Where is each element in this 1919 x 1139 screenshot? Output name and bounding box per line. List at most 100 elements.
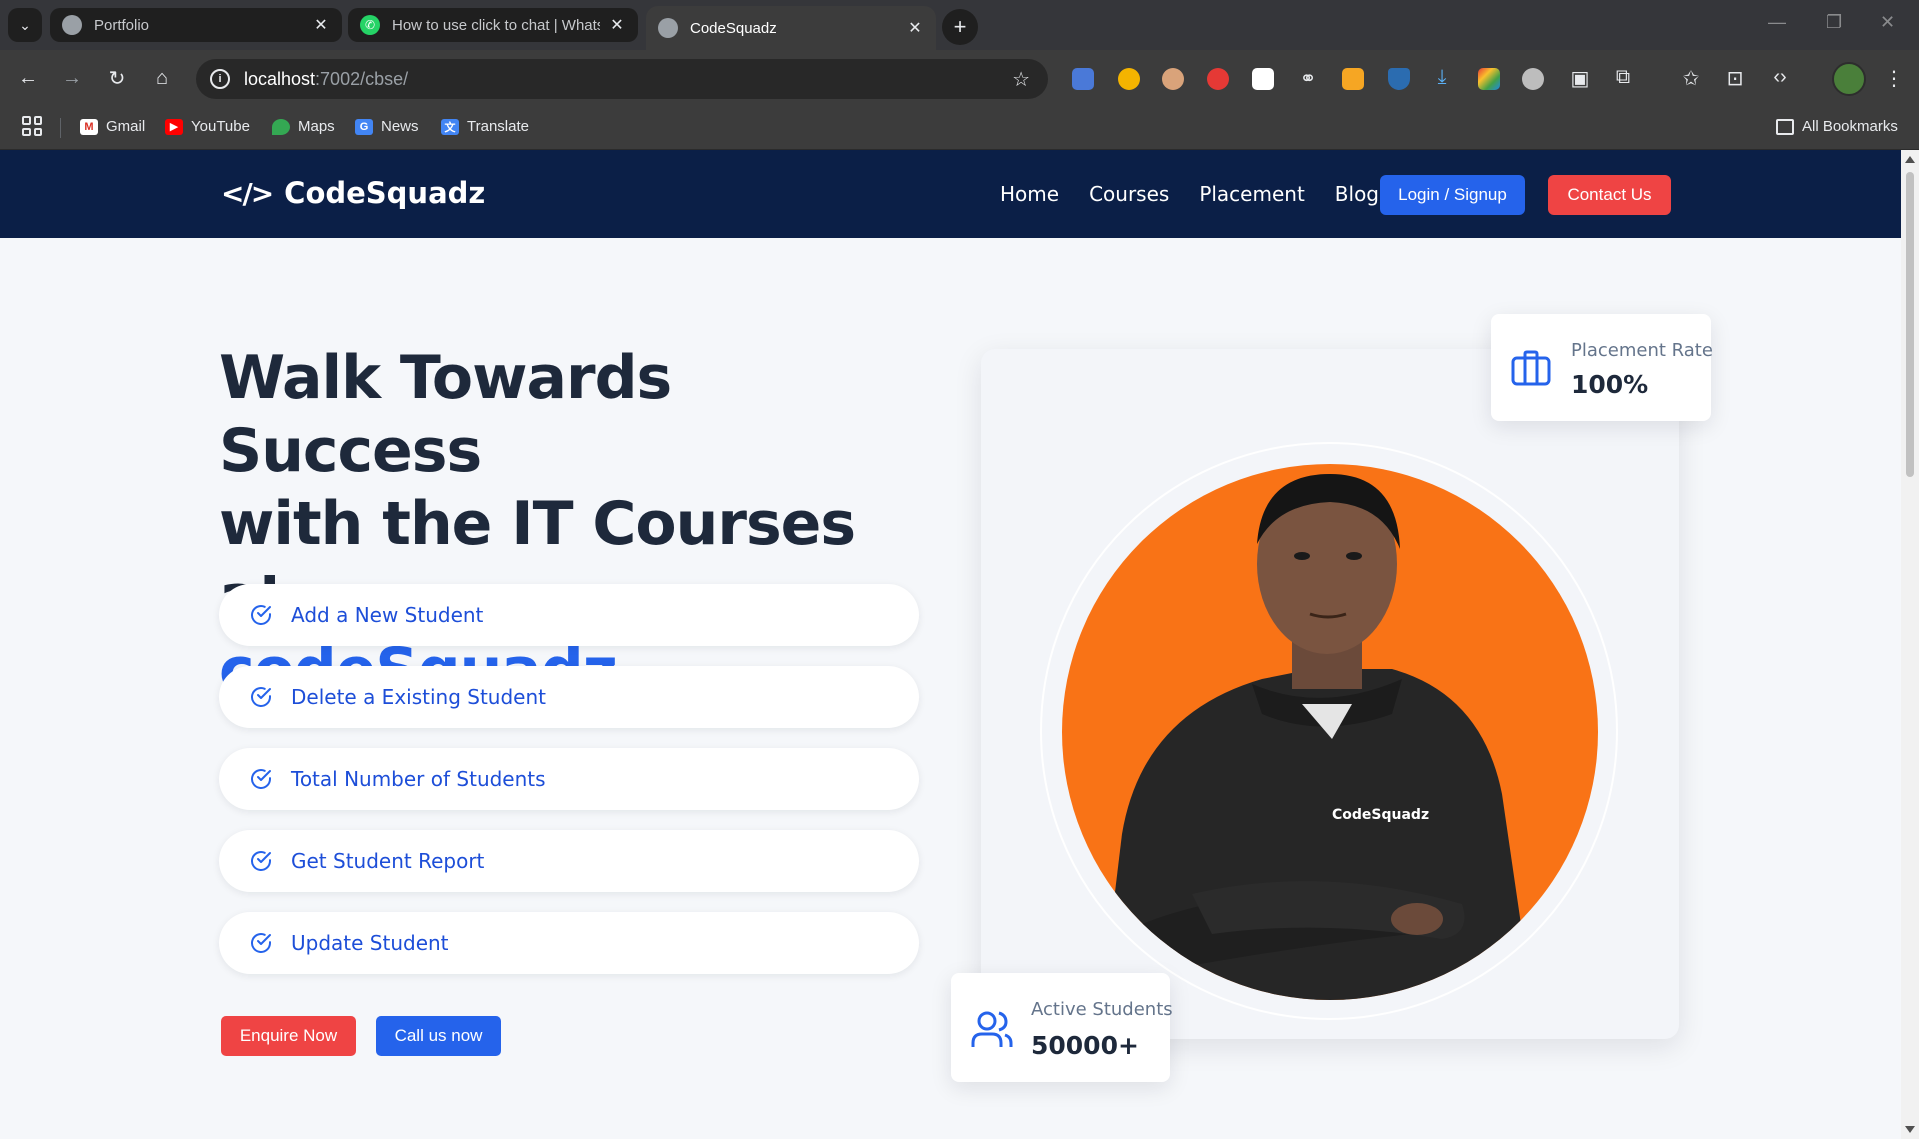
- nav-link-home[interactable]: Home: [1000, 182, 1059, 206]
- site-header: </> CodeSquadz Home Courses Placement Bl…: [0, 150, 1901, 238]
- palette-extension-icon[interactable]: [1478, 68, 1500, 90]
- bookmarks-star-icon[interactable]: ✩: [1677, 66, 1705, 91]
- bookmark-label: News: [381, 118, 419, 135]
- feature-label: Delete a Existing Student: [291, 685, 546, 709]
- feature-item-delete-student[interactable]: Delete a Existing Student: [219, 666, 919, 728]
- contact-us-button[interactable]: Contact Us: [1548, 175, 1671, 215]
- bookmark-label: Translate: [467, 118, 529, 135]
- orange-extension-icon[interactable]: [1342, 68, 1364, 90]
- page-scrollbar[interactable]: [1901, 150, 1919, 1139]
- check-circle-icon: [251, 687, 271, 707]
- scroll-up-icon[interactable]: [1905, 156, 1915, 163]
- bookmark-star-icon[interactable]: ☆: [1012, 67, 1030, 92]
- globe-icon: [658, 18, 678, 38]
- check-circle-icon: [251, 605, 271, 625]
- login-signup-button[interactable]: Login / Signup: [1380, 175, 1525, 215]
- colorful-extension-icon[interactable]: [1118, 68, 1140, 90]
- google-translate-extension-icon[interactable]: [1072, 68, 1094, 90]
- bookmarks-bar: M Gmail ▶ YouTube Maps G News 文 Translat…: [0, 106, 1919, 150]
- home-icon[interactable]: ⌂: [148, 64, 176, 92]
- site-logo[interactable]: </> CodeSquadz: [221, 176, 485, 210]
- bookmark-maps[interactable]: Maps: [272, 118, 335, 135]
- bookmark-label: Gmail: [106, 118, 146, 135]
- all-bookmarks[interactable]: All Bookmarks: [1776, 118, 1898, 135]
- new-tab-button[interactable]: +: [942, 9, 978, 45]
- tab-title: Portfolio: [94, 16, 150, 34]
- tab-search-button[interactable]: ⌄: [8, 8, 42, 42]
- close-icon[interactable]: ✕: [608, 15, 626, 35]
- hero-orange-circle: CodeSquadz: [1062, 464, 1598, 1000]
- grey-extension-icon[interactable]: [1522, 68, 1544, 90]
- feature-label: Update Student: [291, 931, 449, 955]
- placement-rate-value: 100%: [1571, 370, 1649, 399]
- browser-tabstrip: ⌄ Portfolio ✕ ✆ How to use click to chat…: [0, 0, 1919, 50]
- bookmark-label: YouTube: [191, 118, 250, 135]
- close-icon[interactable]: ✕: [312, 15, 330, 35]
- code-brackets-icon: </>: [221, 176, 274, 210]
- logo-text: CodeSquadz: [284, 176, 486, 210]
- link-extension-icon[interactable]: ⚭: [1294, 66, 1322, 91]
- feature-item-student-report[interactable]: Get Student Report: [219, 830, 919, 892]
- browser-tab-portfolio[interactable]: Portfolio ✕: [50, 8, 342, 42]
- red-extension-icon[interactable]: [1207, 68, 1229, 90]
- counter-extension-icon[interactable]: ▣: [1566, 66, 1594, 91]
- globe-icon: [62, 15, 82, 35]
- nav-link-courses[interactable]: Courses: [1089, 182, 1169, 206]
- bookmark-translate[interactable]: 文 Translate: [441, 118, 529, 135]
- address-bar[interactable]: i localhost:7002/cbse/ ☆: [196, 59, 1048, 99]
- briefcase-icon: [1511, 350, 1551, 386]
- puzzle-icon[interactable]: ⧉: [1609, 66, 1637, 89]
- feature-item-total-students[interactable]: Total Number of Students: [219, 748, 919, 810]
- profile-avatar[interactable]: [1832, 62, 1866, 96]
- nav-link-placement[interactable]: Placement: [1199, 182, 1304, 206]
- kebab-menu-icon[interactable]: ⋮: [1880, 66, 1908, 91]
- tab-title: How to use click to chat | WhatsApp: [392, 16, 600, 34]
- main-nav: Home Courses Placement Blog: [1000, 182, 1409, 206]
- hero-title-line1: Walk Towards Success: [219, 343, 672, 486]
- users-icon: [971, 1011, 1013, 1047]
- tab-title: CodeSquadz: [690, 19, 777, 37]
- all-bookmarks-label: All Bookmarks: [1802, 118, 1898, 135]
- feature-label: Total Number of Students: [291, 767, 546, 791]
- instructor-photo: CodeSquadz: [1102, 474, 1532, 1000]
- download-extension-icon[interactable]: ⤓: [1428, 66, 1456, 89]
- browser-tab-codesquadz[interactable]: CodeSquadz ✕: [646, 6, 936, 50]
- window-close-icon[interactable]: ✕: [1880, 12, 1895, 33]
- apps-grid-icon[interactable]: [22, 116, 42, 136]
- back-icon[interactable]: ←: [14, 64, 42, 92]
- active-students-card: Active Students 50000+: [951, 973, 1173, 1082]
- screenshot-icon[interactable]: ⊡: [1721, 66, 1749, 91]
- bookmark-gmail[interactable]: M Gmail: [80, 118, 145, 135]
- browser-tab-whatsapp[interactable]: ✆ How to use click to chat | WhatsApp ✕: [348, 8, 638, 42]
- minimize-icon[interactable]: —: [1768, 12, 1786, 33]
- feature-item-add-student[interactable]: Add a New Student: [219, 584, 919, 646]
- restore-icon[interactable]: ❐: [1826, 12, 1842, 33]
- nav-link-blog[interactable]: Blog: [1335, 182, 1379, 206]
- bookmark-label: Maps: [298, 118, 335, 135]
- feature-item-update-student[interactable]: Update Student: [219, 912, 919, 974]
- code-icon[interactable]: ‹›: [1766, 66, 1794, 89]
- translate-icon: 文: [441, 118, 459, 135]
- maps-icon: [272, 118, 290, 135]
- face-extension-icon[interactable]: [1162, 68, 1184, 90]
- enquire-now-button[interactable]: Enquire Now: [221, 1016, 356, 1056]
- chevron-down-icon: ⌄: [19, 16, 31, 33]
- bookmark-news[interactable]: G News: [355, 118, 419, 135]
- youtube-icon: ▶: [165, 118, 183, 135]
- check-circle-icon: [251, 851, 271, 871]
- bookmark-youtube[interactable]: ▶ YouTube: [165, 118, 250, 135]
- reload-icon[interactable]: ↻: [103, 64, 131, 92]
- window-extension-icon[interactable]: [1252, 68, 1274, 90]
- site-info-icon[interactable]: i: [210, 69, 230, 89]
- bookmarks-divider: [60, 118, 61, 138]
- scrollbar-thumb[interactable]: [1906, 172, 1914, 477]
- scroll-down-icon[interactable]: [1905, 1126, 1915, 1133]
- placement-rate-card: Placement Rate 100%: [1491, 314, 1713, 421]
- call-us-now-button[interactable]: Call us now: [376, 1016, 501, 1056]
- shield-extension-icon[interactable]: [1388, 68, 1410, 90]
- forward-icon[interactable]: →: [58, 64, 86, 92]
- page-viewport: </> CodeSquadz Home Courses Placement Bl…: [0, 150, 1901, 1139]
- active-students-value: 50000+: [1031, 1031, 1139, 1060]
- feature-list: Add a New Student Delete a Existing Stud…: [219, 584, 919, 994]
- close-icon[interactable]: ✕: [906, 18, 924, 38]
